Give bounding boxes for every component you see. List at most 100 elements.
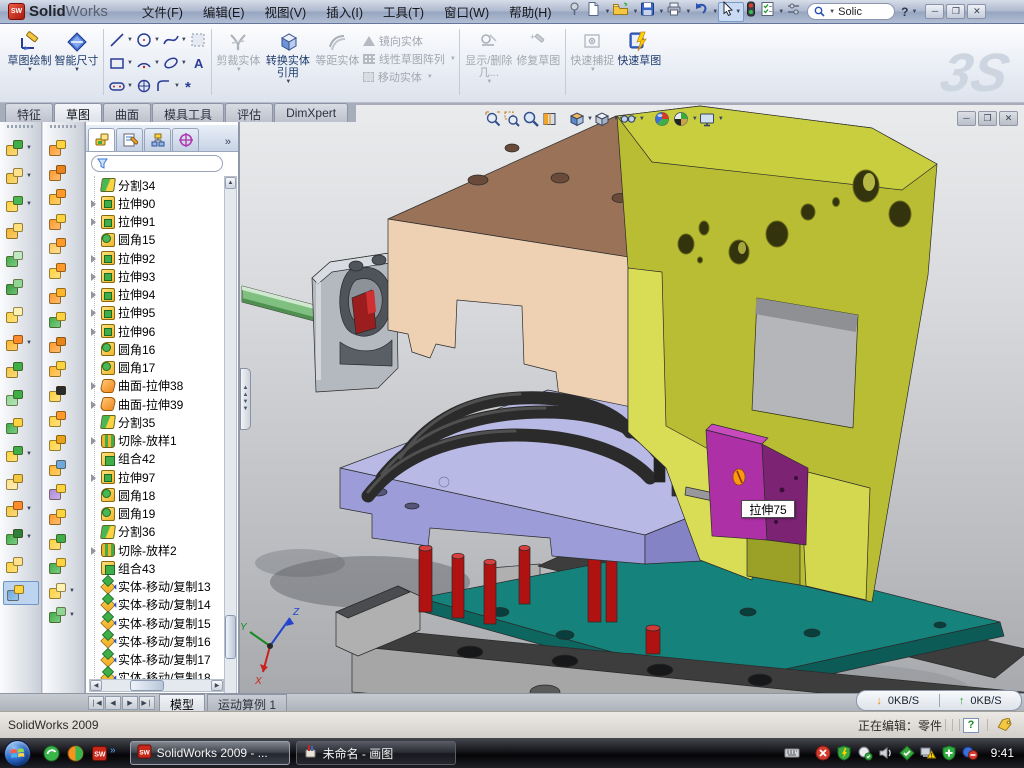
trim-entities-button[interactable]: 剪裁实体 ▼ (215, 26, 262, 73)
feature-tool-button[interactable]: ▼ (3, 136, 39, 160)
expand-icon[interactable] (89, 400, 98, 409)
feature-manager-tab[interactable] (88, 128, 115, 151)
feature-tool-button[interactable] (46, 407, 82, 431)
minimize-button[interactable]: ─ (925, 4, 944, 19)
restore-button[interactable]: ❐ (946, 4, 965, 19)
close-button[interactable]: ✕ (967, 4, 986, 19)
feature-tool-button[interactable] (46, 333, 82, 357)
edit-appearance-button[interactable] (653, 109, 672, 128)
sketch-button[interactable]: 草图绘制 ▼ (6, 26, 53, 73)
selection-box-tool[interactable] (188, 31, 208, 49)
feature-tool-button[interactable] (46, 554, 82, 578)
tree-item[interactable]: 圆角15 (89, 231, 223, 249)
feature-tool-button[interactable] (46, 185, 82, 209)
zoom-area-button[interactable] (502, 109, 521, 128)
tab-模具工具[interactable]: 模具工具 (152, 103, 224, 122)
section-view-button[interactable] (540, 109, 559, 128)
tree-item[interactable]: 拉伸90 (89, 194, 223, 212)
feature-tool-button[interactable] (46, 456, 82, 480)
offset-entities-button[interactable]: 等距实体 (314, 26, 361, 67)
expand-icon[interactable] (89, 473, 98, 482)
tree-item[interactable]: 曲面-拉伸39 (89, 395, 223, 413)
text-tool[interactable]: A (188, 54, 208, 72)
expand-icon[interactable] (89, 272, 98, 281)
apply-scene-button[interactable] (672, 109, 691, 128)
tree-item[interactable]: 分割34 (89, 176, 223, 194)
display-delete-relations-button[interactable]: 显示/删除几... ▼ (463, 26, 515, 85)
tree-item[interactable]: 分割36 (89, 523, 223, 541)
move-entities-button[interactable]: 移动实体 ▼ (363, 68, 456, 86)
doc-restore-button[interactable]: ❐ (978, 111, 997, 126)
toolbar-grip[interactable] (7, 125, 34, 128)
messenger-icon[interactable] (43, 745, 60, 762)
tree-item[interactable]: 组合42 (89, 450, 223, 468)
expand-icon[interactable] (89, 327, 98, 336)
tree-horizontal-scrollbar[interactable]: ◀ ▶ (89, 679, 224, 692)
ellipse-tool[interactable]: ▼ (161, 54, 188, 72)
design-checker-button[interactable] (758, 2, 777, 22)
first-tab-icon[interactable]: ❘◀ (88, 696, 104, 710)
panel-overflow-button[interactable]: » (225, 136, 236, 151)
tab-DimXpert[interactable]: DimXpert (274, 103, 348, 122)
dimxpert-manager-tab[interactable] (172, 128, 199, 151)
search-dropdown-icon[interactable]: ▼ (829, 9, 835, 15)
sketch-dropdown-icon[interactable]: ▼ (27, 67, 33, 73)
doc-tab-运动算例 1[interactable]: 运动算例 1 (207, 694, 287, 711)
scrollbar-thumb[interactable] (130, 680, 164, 691)
feature-tool-button[interactable] (46, 136, 82, 160)
quick-launch-overflow-icon[interactable]: » (110, 745, 116, 756)
menu-5[interactable]: 窗口(W) (434, 0, 499, 24)
display-options-button[interactable] (784, 2, 803, 22)
feature-tool-button[interactable] (46, 431, 82, 455)
tree-filter-input[interactable] (91, 155, 223, 172)
arc-tool[interactable]: ▼ (134, 54, 161, 72)
mirror-entities-button[interactable]: 镜向实体 (363, 32, 456, 50)
tree-item[interactable]: 圆角18 (89, 486, 223, 504)
feature-tool-button[interactable] (3, 219, 39, 243)
tree-item[interactable]: 拉伸97 (89, 468, 223, 486)
search-input[interactable]: ▼ Solic (807, 3, 895, 20)
pin-button[interactable] (565, 2, 584, 22)
taskbar-task-2[interactable]: 未命名 - 画图 (296, 741, 456, 765)
doc-minimize-button[interactable]: ─ (957, 111, 976, 126)
tree-vertical-scrollbar[interactable]: ▲ ▼ (224, 176, 237, 735)
feature-tool-button[interactable]: ▼ (3, 442, 39, 466)
feature-tool-button[interactable]: ▼ (46, 603, 82, 627)
feature-tool-button[interactable] (3, 358, 39, 382)
menu-4[interactable]: 工具(T) (373, 0, 434, 24)
convert-entities-button[interactable]: 转换实体引用 ▼ (262, 26, 314, 85)
help-button[interactable]: ? (899, 5, 910, 19)
feature-tool-button[interactable] (3, 414, 39, 438)
doc-close-button[interactable]: ✕ (999, 111, 1018, 126)
feature-tool-button[interactable] (46, 505, 82, 529)
traffic-light-button[interactable] (744, 2, 758, 22)
feature-tool-button[interactable] (46, 210, 82, 234)
security-alert-icon[interactable] (815, 745, 831, 761)
tree-item[interactable]: 拉伸94 (89, 286, 223, 304)
print-button[interactable] (664, 2, 684, 22)
feature-tool-button[interactable] (3, 553, 39, 577)
feature-tool-button[interactable] (3, 275, 39, 299)
volume-icon[interactable] (878, 745, 894, 761)
antivirus-shield-icon[interactable] (836, 745, 852, 761)
tree-item[interactable]: 曲面-拉伸38 (89, 377, 223, 395)
scrollbar-thumb[interactable] (225, 615, 236, 659)
expand-icon[interactable] (89, 199, 98, 208)
prev-tab-icon[interactable]: ◀ (105, 696, 121, 710)
feature-tool-button[interactable] (46, 161, 82, 185)
status-help-button[interactable]: ? (963, 718, 979, 733)
open-button[interactable] (610, 2, 631, 22)
sketch-fillet-tool[interactable]: ▼ (154, 77, 181, 95)
rapid-sketch-button[interactable]: 快速草图 (616, 26, 663, 67)
tree-item[interactable]: 分割35 (89, 413, 223, 431)
expand-icon[interactable] (89, 436, 98, 445)
point-tool[interactable] (134, 77, 154, 95)
rectangle-tool[interactable]: ▼ (107, 54, 134, 72)
taskbar-task-1[interactable]: SWSolidWorks 2009 - ... (130, 741, 290, 765)
health-shield-icon[interactable] (941, 745, 957, 761)
tree-item[interactable]: 拉伸93 (89, 267, 223, 285)
tree-item[interactable]: 拉伸91 (89, 213, 223, 231)
tree-item[interactable]: 拉伸92 (89, 249, 223, 267)
save-button[interactable] (638, 2, 657, 22)
star-tool[interactable]: * (181, 77, 201, 95)
